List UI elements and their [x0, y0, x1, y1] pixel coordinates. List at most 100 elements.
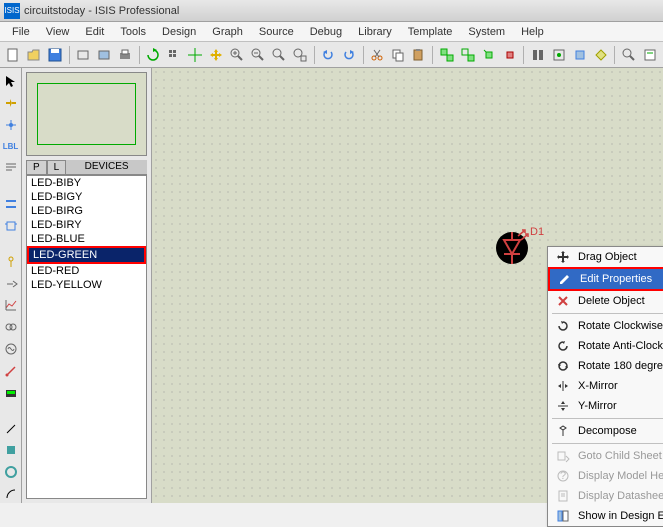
preview-window[interactable]: [26, 72, 147, 156]
ymirror-icon: [554, 399, 572, 413]
new-button[interactable]: [4, 45, 23, 65]
property-button[interactable]: [640, 45, 659, 65]
block-rotate-button[interactable]: [479, 45, 498, 65]
menu-library[interactable]: Library: [350, 24, 400, 40]
device-item-selected[interactable]: LED-GREEN: [27, 246, 146, 264]
ctx-show-explorer[interactable]: Show in Design Explorer: [548, 506, 663, 526]
menu-tools[interactable]: Tools: [112, 24, 154, 40]
zoom-out-button[interactable]: [249, 45, 268, 65]
schematic-canvas[interactable]: D1 Drag Object Edit Properties Ctrl+E De…: [152, 68, 663, 503]
menu-view[interactable]: View: [38, 24, 78, 40]
terminal-icon[interactable]: [2, 253, 20, 271]
print-button[interactable]: [116, 45, 135, 65]
menu-help[interactable]: Help: [513, 24, 552, 40]
ctx-decompose[interactable]: Decompose: [548, 421, 663, 441]
device-item[interactable]: LED-BLUE: [27, 232, 146, 246]
zoom-in-button[interactable]: [228, 45, 247, 65]
toolbar-separator: [139, 46, 140, 64]
ctx-rotate-180[interactable]: Rotate 180 degrees: [548, 356, 663, 376]
app-icon: ISIS: [4, 3, 20, 19]
generator-icon[interactable]: [2, 340, 20, 358]
set-area-button[interactable]: [95, 45, 114, 65]
picker-tabs: P L DEVICES: [26, 160, 147, 175]
wire-button[interactable]: [619, 45, 638, 65]
line-icon[interactable]: [2, 420, 20, 438]
junction-icon[interactable]: [2, 116, 20, 134]
menu-source[interactable]: Source: [251, 24, 302, 40]
ctx-label: Display Model Help: [578, 470, 663, 482]
save-button[interactable]: [46, 45, 65, 65]
block-move-button[interactable]: [458, 45, 477, 65]
selection-mode-icon[interactable]: [2, 72, 20, 90]
zoom-all-button[interactable]: [270, 45, 289, 65]
tab-p[interactable]: P: [26, 160, 47, 174]
cut-button[interactable]: [368, 45, 387, 65]
component-mode-icon[interactable]: [2, 94, 20, 112]
ctx-label: Goto Child Sheet: [578, 450, 663, 462]
rotate-180-icon: [554, 359, 572, 373]
menu-system[interactable]: System: [460, 24, 513, 40]
menu-graph[interactable]: Graph: [204, 24, 251, 40]
origin-button[interactable]: [186, 45, 205, 65]
menu-file[interactable]: File: [4, 24, 38, 40]
device-list[interactable]: LED-BIBY LED-BIGY LED-BIRG LED-BIRY LED-…: [26, 175, 147, 499]
tape-icon[interactable]: [2, 318, 20, 336]
arc-icon[interactable]: [2, 485, 20, 503]
subcircuit-icon[interactable]: [2, 217, 20, 235]
tab-l[interactable]: L: [47, 160, 67, 174]
pick-button[interactable]: [528, 45, 547, 65]
block-delete-button[interactable]: [500, 45, 519, 65]
copy-button[interactable]: [388, 45, 407, 65]
device-item[interactable]: LED-BIBY: [27, 176, 146, 190]
menu-edit[interactable]: Edit: [77, 24, 112, 40]
context-menu: Drag Object Edit Properties Ctrl+E Delet…: [547, 246, 663, 527]
make-button[interactable]: [549, 45, 568, 65]
ctx-rotate-cw[interactable]: Rotate Clockwise Num--: [548, 316, 663, 336]
text-script-icon[interactable]: [2, 159, 20, 177]
ctx-delete-object[interactable]: Delete Object: [548, 291, 663, 311]
led-component[interactable]: D1: [492, 228, 532, 268]
ctx-x-mirror[interactable]: X-Mirror Ctrl+M: [548, 376, 663, 396]
device-item[interactable]: LED-BIRY: [27, 218, 146, 232]
device-item[interactable]: LED-BIRG: [27, 204, 146, 218]
bus-icon[interactable]: [2, 195, 20, 213]
paste-button[interactable]: [409, 45, 428, 65]
device-item[interactable]: LED-RED: [27, 264, 146, 278]
grid-button[interactable]: [165, 45, 184, 65]
ctx-rotate-ccw[interactable]: Rotate Anti-Clockwise Num-+: [548, 336, 663, 356]
ctx-y-mirror[interactable]: Y-Mirror: [548, 396, 663, 416]
box-icon[interactable]: [2, 441, 20, 459]
open-button[interactable]: [25, 45, 44, 65]
package-button[interactable]: [570, 45, 589, 65]
menu-design[interactable]: Design: [154, 24, 204, 40]
ctx-separator: [552, 443, 663, 444]
zoom-area-button[interactable]: [291, 45, 310, 65]
explorer-icon: [554, 509, 572, 523]
ctx-label: Rotate 180 degrees: [578, 360, 663, 372]
instrument-icon[interactable]: [2, 384, 20, 402]
decompose-button[interactable]: [591, 45, 610, 65]
ctx-model-help: ? Display Model Help Ctrl+H: [548, 466, 663, 486]
print-area-button[interactable]: [74, 45, 93, 65]
goto-icon: [554, 449, 572, 463]
ctx-drag-object[interactable]: Drag Object: [548, 247, 663, 267]
undo-button[interactable]: [319, 45, 338, 65]
menu-template[interactable]: Template: [400, 24, 461, 40]
probe-icon[interactable]: [2, 362, 20, 380]
menu-bar: File View Edit Tools Design Graph Source…: [0, 22, 663, 42]
graph-icon[interactable]: [2, 296, 20, 314]
title-bar: ISIS circuitstoday - ISIS Professional: [0, 0, 663, 22]
device-item[interactable]: LED-BIGY: [27, 190, 146, 204]
ctx-edit-properties[interactable]: Edit Properties Ctrl+E: [548, 267, 663, 291]
device-item[interactable]: LED-YELLOW: [27, 278, 146, 292]
block-copy-button[interactable]: [437, 45, 456, 65]
redo-button[interactable]: [340, 45, 359, 65]
pin-icon[interactable]: [2, 275, 20, 293]
toolbar-separator: [614, 46, 615, 64]
refresh-button[interactable]: [144, 45, 163, 65]
circle-icon[interactable]: [2, 463, 20, 481]
menu-debug[interactable]: Debug: [302, 24, 350, 40]
label-icon[interactable]: LBL: [2, 138, 20, 156]
pan-button[interactable]: [207, 45, 226, 65]
side-panel: P L DEVICES LED-BIBY LED-BIGY LED-BIRG L…: [22, 68, 152, 503]
